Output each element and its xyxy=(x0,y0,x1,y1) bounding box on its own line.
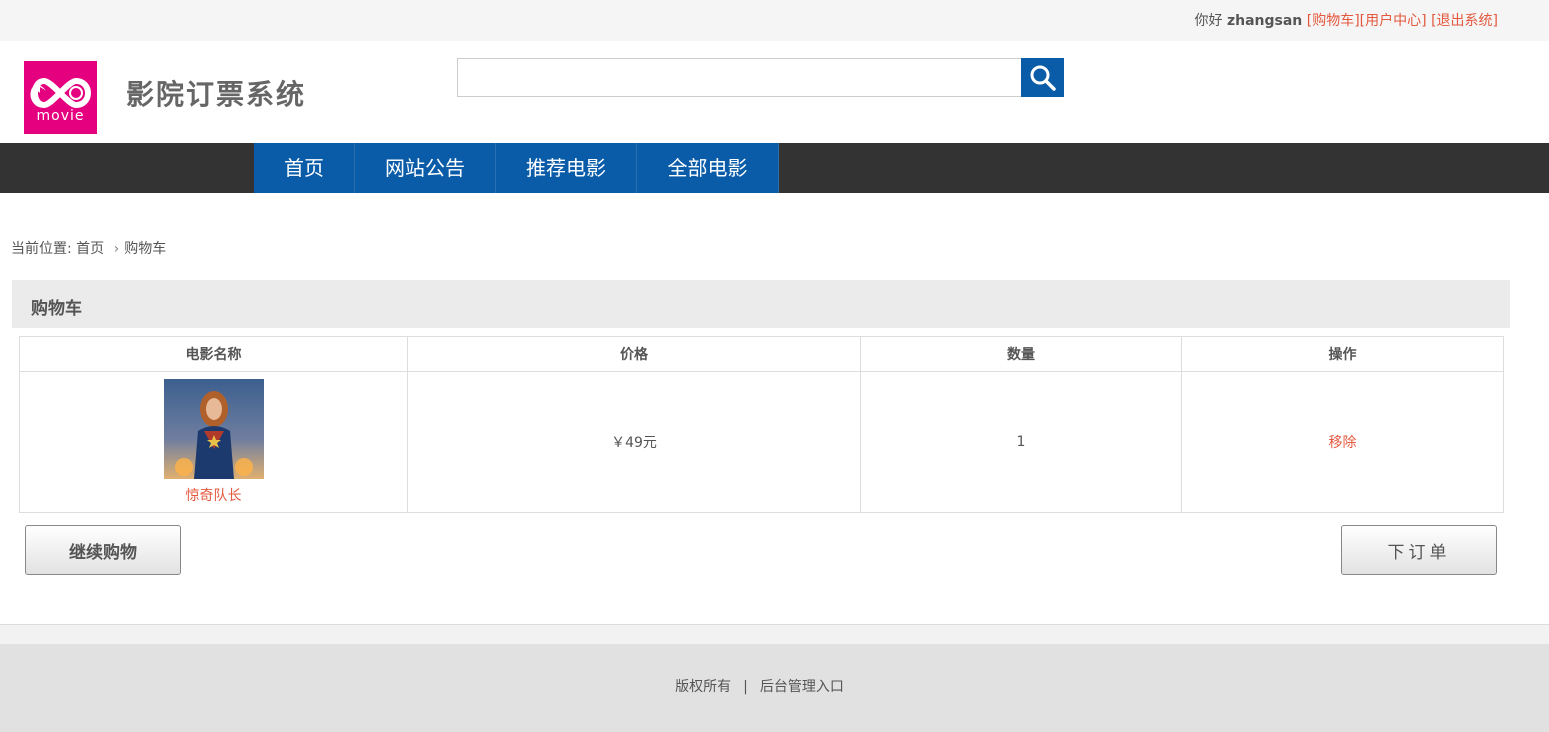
search-icon xyxy=(1030,65,1056,91)
continue-shopping-button[interactable]: 继续购物 xyxy=(25,525,181,575)
cart-table: 电影名称 价格 数量 操作 惊奇队长 ￥49元 1 移除 xyxy=(19,336,1504,513)
nav-item-all-movies[interactable]: 全部电影 xyxy=(637,143,779,193)
greeting-text: 你好 xyxy=(1194,13,1223,29)
cart-link[interactable]: [购物车] xyxy=(1307,13,1360,29)
remove-link[interactable]: 移除 xyxy=(1329,435,1357,451)
admin-entry-link[interactable]: 后台管理入口 xyxy=(760,679,844,695)
chevron-right-icon: › xyxy=(113,241,120,257)
column-header-action: 操作 xyxy=(1181,336,1504,372)
search-button[interactable] xyxy=(1021,58,1064,97)
copyright-text: 版权所有 xyxy=(675,679,732,695)
movie-poster-image[interactable] xyxy=(163,379,264,479)
header: movie 影院订票系统 xyxy=(0,41,1549,143)
nav-item-home[interactable]: 首页 xyxy=(254,143,355,193)
column-header-movie-name: 电影名称 xyxy=(19,336,408,372)
logo-text: movie xyxy=(36,108,85,124)
column-header-quantity: 数量 xyxy=(860,336,1182,372)
footer: 版权所有 | 后台管理入口 xyxy=(0,644,1549,732)
user-links: 你好 zhangsan [购物车][用户中心] [退出系统] xyxy=(1195,10,1498,30)
table-header-row: 电影名称 价格 数量 操作 xyxy=(19,336,1504,372)
breadcrumb-home[interactable]: 首页 xyxy=(76,241,104,257)
quantity-cell: 1 xyxy=(860,371,1182,513)
column-header-price: 价格 xyxy=(407,336,861,372)
top-bar: 你好 zhangsan [购物车][用户中心] [退出系统] xyxy=(0,0,1549,41)
search-input[interactable] xyxy=(457,58,1022,97)
footer-divider xyxy=(0,624,1549,644)
breadcrumb-current: 购物车 xyxy=(124,241,167,257)
footer-separator: | xyxy=(743,679,748,695)
action-cell: 移除 xyxy=(1181,371,1504,513)
nav-item-announcements[interactable]: 网站公告 xyxy=(355,143,496,193)
site-title: 影院订票系统 xyxy=(126,78,307,111)
table-row: 惊奇队长 ￥49元 1 移除 xyxy=(19,371,1504,513)
cart-panel-header: 购物车 xyxy=(12,280,1510,328)
main-nav: 首页 网站公告 推荐电影 全部电影 xyxy=(0,143,1549,193)
movie-name-link[interactable]: 惊奇队长 xyxy=(20,485,407,505)
breadcrumb: 当前位置: 首页 › 购物车 xyxy=(11,238,166,258)
cart-title: 购物车 xyxy=(31,299,82,319)
breadcrumb-prefix: 当前位置: xyxy=(11,241,72,257)
footer-links: 版权所有 | 后台管理入口 xyxy=(0,676,1519,696)
username: zhangsan xyxy=(1226,13,1303,29)
site-logo[interactable]: movie xyxy=(24,61,97,134)
logout-link[interactable]: [退出系统] xyxy=(1431,13,1498,29)
price-cell: ￥49元 xyxy=(407,371,861,513)
user-center-link[interactable]: [用户中心] xyxy=(1360,13,1427,29)
place-order-button[interactable]: 下订单 xyxy=(1341,525,1497,575)
movie-cell: 惊奇队长 xyxy=(19,371,408,513)
nav-item-recommended[interactable]: 推荐电影 xyxy=(496,143,637,193)
